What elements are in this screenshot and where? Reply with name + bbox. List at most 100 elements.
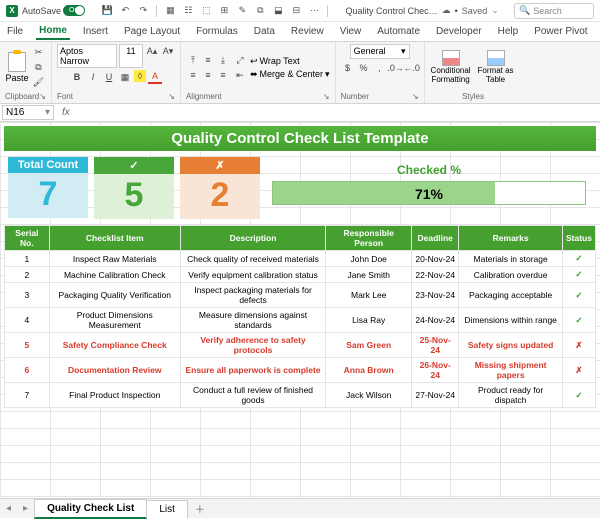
document-title: Quality Control Chec… ☁ • Saved ⌄	[334, 5, 510, 16]
number-group-label: Number	[341, 92, 369, 101]
comma-icon[interactable]: ,	[373, 61, 387, 75]
table-row[interactable]: 4Product Dimensions MeasurementMeasure d…	[5, 308, 596, 333]
table-cell: Ensure all paperwork is complete	[180, 358, 326, 383]
copy-icon[interactable]: ⧉	[31, 61, 45, 75]
sheet-tab-list[interactable]: List	[146, 500, 188, 518]
number-format-select[interactable]: General▾	[350, 44, 410, 59]
sheet-nav-next-icon[interactable]: ▸	[17, 503, 34, 514]
excel-icon: X	[6, 5, 18, 17]
underline-icon[interactable]: U	[102, 70, 116, 84]
align-center-icon[interactable]: ≡	[201, 68, 215, 82]
qat-icon-3[interactable]: ⬚	[199, 4, 213, 18]
indent-decrease-icon[interactable]: ⇤	[233, 68, 247, 82]
font-color-icon[interactable]: A	[148, 70, 162, 84]
align-middle-icon[interactable]: ≡	[201, 53, 215, 67]
table-cell: 20-Nov-24	[412, 251, 459, 267]
save-icon[interactable]: 💾	[100, 4, 114, 18]
sheet-tab-quality[interactable]: Quality Check List	[34, 499, 147, 519]
font-name-input[interactable]: Aptos Narrow	[57, 44, 117, 68]
worksheet[interactable]: Quality Control Check List Template Tota…	[0, 122, 600, 498]
bold-icon[interactable]: B	[70, 70, 84, 84]
font-launcher-icon[interactable]: ↘	[168, 92, 175, 101]
tab-page-layout[interactable]: Page Layout	[121, 24, 183, 39]
table-row[interactable]: 6Documentation ReviewEnsure all paperwor…	[5, 358, 596, 383]
search-input[interactable]: 🔍 Search	[514, 3, 594, 19]
format-painter-icon[interactable]: 🖌	[31, 76, 45, 90]
status-cell: ✓	[562, 308, 595, 333]
tab-formulas[interactable]: Formulas	[193, 24, 241, 39]
tab-help[interactable]: Help	[495, 24, 522, 39]
conditional-formatting-button[interactable]: Conditional Formatting	[430, 50, 472, 85]
border-icon[interactable]: ▦	[118, 70, 132, 84]
merge-center-button[interactable]: ⬌Merge & Center▾	[250, 69, 330, 80]
paste-button[interactable]: Paste	[5, 52, 28, 83]
undo-icon[interactable]: ↶	[118, 4, 132, 18]
qat-icon-4[interactable]: ⊞	[217, 4, 231, 18]
tab-home[interactable]: Home	[36, 23, 70, 40]
tab-insert[interactable]: Insert	[80, 24, 111, 39]
tab-view[interactable]: View	[337, 24, 365, 39]
format-as-table-button[interactable]: Format as Table	[475, 50, 517, 85]
qat-icon-8[interactable]: ⊟	[289, 4, 303, 18]
cut-icon[interactable]: ✂	[31, 46, 45, 60]
wrap-text-button[interactable]: ↩Wrap Text	[250, 56, 330, 67]
table-cell: John Doe	[326, 251, 412, 267]
number-launcher-icon[interactable]: ↘	[412, 92, 419, 101]
font-size-input[interactable]: 11	[119, 44, 143, 68]
formula-bar: N16▾ fx	[0, 104, 600, 122]
decrease-decimal-icon[interactable]: ←.0	[405, 61, 419, 75]
decrease-font-icon[interactable]: A▾	[161, 44, 175, 58]
status-cell: ✓	[562, 267, 595, 283]
table-cell: Check quality of received materials	[180, 251, 326, 267]
table-cell: Jack Wilson	[326, 383, 412, 408]
formula-input[interactable]	[76, 104, 600, 121]
chevron-down-icon: ▾	[45, 107, 50, 118]
tab-power-pivot[interactable]: Power Pivot	[531, 24, 590, 39]
align-top-icon[interactable]: ⤒	[186, 53, 200, 67]
table-row[interactable]: 7Final Product InspectionConduct a full …	[5, 383, 596, 408]
card-total-value: 7	[8, 173, 88, 218]
chevron-down-icon[interactable]: ⌄	[491, 5, 499, 16]
tab-data[interactable]: Data	[251, 24, 278, 39]
fx-icon[interactable]: fx	[56, 107, 76, 118]
card-done: ✓ 5	[94, 157, 174, 219]
clipboard-launcher-icon[interactable]: ↘	[39, 92, 46, 101]
alignment-launcher-icon[interactable]: ↘	[323, 92, 330, 101]
table-row[interactable]: 5Safety Compliance CheckVerify adherence…	[5, 333, 596, 358]
table-cell: Anna Brown	[326, 358, 412, 383]
qat-icon-6[interactable]: ⧉	[253, 4, 267, 18]
accounting-icon[interactable]: $	[341, 61, 355, 75]
tab-developer[interactable]: Developer	[433, 24, 485, 39]
table-cell: 27-Nov-24	[412, 383, 459, 408]
increase-font-icon[interactable]: A▴	[145, 44, 159, 58]
tab-review[interactable]: Review	[288, 24, 327, 39]
increase-decimal-icon[interactable]: .0→	[389, 61, 403, 75]
align-right-icon[interactable]: ≡	[216, 68, 230, 82]
table-cell: 24-Nov-24	[412, 308, 459, 333]
qat-icon-1[interactable]: ▦	[163, 4, 177, 18]
redo-icon[interactable]: ↷	[136, 4, 150, 18]
tab-automate[interactable]: Automate	[374, 24, 423, 39]
qat-icon-5[interactable]: ✎	[235, 4, 249, 18]
qat-icon-7[interactable]: ⬓	[271, 4, 285, 18]
table-row[interactable]: 1Inspect Raw MaterialsCheck quality of r…	[5, 251, 596, 267]
autosave-toggle[interactable]: AutoSave On	[22, 5, 96, 16]
ribbon: Paste ✂ ⧉ 🖌 Clipboard ↘ Aptos Narrow 11 …	[0, 42, 600, 104]
qat-icon-2[interactable]: ☷	[181, 4, 195, 18]
table-cell: Missing shipment papers	[459, 358, 563, 383]
qat-more-icon[interactable]: ⋯	[307, 4, 321, 18]
orientation-icon[interactable]: ⤢	[233, 53, 247, 67]
new-sheet-button[interactable]: ＋	[187, 501, 213, 516]
table-cell: 25-Nov-24	[412, 333, 459, 358]
table-row[interactable]: 3Packaging Quality VerificationInspect p…	[5, 283, 596, 308]
wrap-icon: ↩	[250, 56, 258, 67]
italic-icon[interactable]: I	[86, 70, 100, 84]
align-left-icon[interactable]: ≡	[186, 68, 200, 82]
table-row[interactable]: 2Machine Calibration CheckVerify equipme…	[5, 267, 596, 283]
sheet-nav-prev-icon[interactable]: ◂	[0, 503, 17, 514]
percent-icon[interactable]: %	[357, 61, 371, 75]
align-bottom-icon[interactable]: ⤓	[216, 53, 230, 67]
name-box[interactable]: N16▾	[2, 105, 54, 120]
fill-color-icon[interactable]: ◊	[134, 70, 146, 82]
tab-file[interactable]: File	[4, 24, 26, 39]
